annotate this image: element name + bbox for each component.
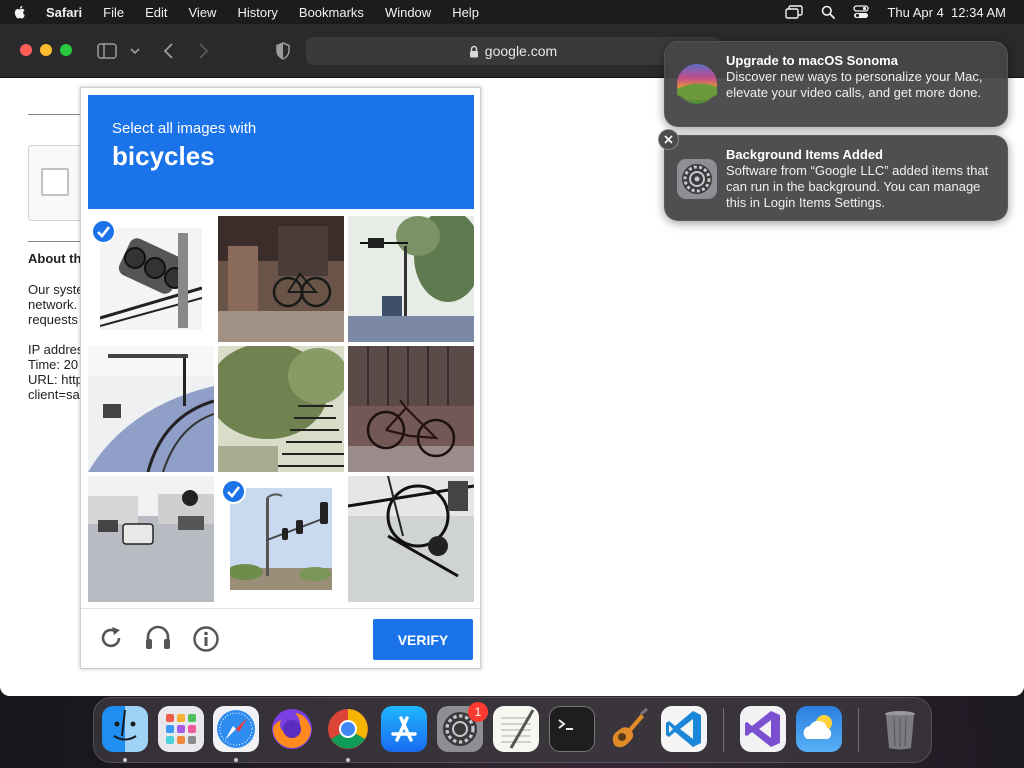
info-line: Time: 20	[28, 357, 79, 372]
control-center-icon[interactable]	[853, 5, 870, 19]
dock-chrome-icon[interactable]	[325, 706, 371, 752]
bicycle-closeup-image	[348, 476, 474, 602]
info-icon[interactable]	[192, 625, 220, 653]
challenge-instruction: Select all images with	[112, 120, 257, 137]
notification-sonoma[interactable]: Upgrade to macOS Sonoma Discover new way…	[664, 41, 1008, 127]
menu-view[interactable]: View	[189, 5, 217, 20]
image-tile[interactable]	[348, 216, 474, 342]
notification-title: Upgrade to macOS Sonoma	[726, 53, 898, 68]
dock-weather-icon[interactable]	[796, 706, 842, 752]
menubar: Safari File Edit View History Bookmarks …	[0, 0, 1024, 24]
paragraph-line: requests	[28, 312, 78, 327]
info-line: IP addres	[28, 342, 80, 357]
image-tile[interactable]	[348, 346, 474, 472]
menu-history[interactable]: History	[237, 5, 277, 20]
dock: 1	[93, 697, 932, 763]
menu-edit[interactable]: Edit	[145, 5, 167, 20]
verify-button[interactable]: VERIFY	[373, 619, 473, 660]
info-line: client=sa	[28, 387, 80, 402]
image-tile[interactable]	[88, 346, 214, 472]
system-settings-icon	[677, 159, 717, 199]
close-icon	[664, 135, 673, 144]
dock-launchpad-icon[interactable]	[158, 706, 204, 752]
challenge-header: Select all images with bicycles	[88, 95, 474, 209]
menu-help[interactable]: Help	[452, 5, 479, 20]
dock-vscode-icon[interactable]	[661, 706, 707, 752]
menu-bookmarks[interactable]: Bookmarks	[299, 5, 364, 20]
dock-safari-icon[interactable]	[213, 706, 259, 752]
traffic-light-pole-image	[230, 488, 332, 590]
menubar-clock[interactable]: Thu Apr 4 12:34 AM	[887, 5, 1006, 20]
dock-terminal-icon[interactable]	[549, 706, 595, 752]
info-line: URL: http	[28, 372, 80, 387]
forward-icon[interactable]	[198, 43, 210, 59]
image-tile[interactable]	[218, 216, 344, 342]
window-zoom-button[interactable]	[60, 44, 72, 56]
curved-road-image	[88, 346, 214, 472]
address-bar[interactable]: google.com	[306, 37, 720, 65]
image-tile[interactable]	[88, 476, 214, 602]
challenge-target: bicycles	[112, 141, 215, 171]
street-cars-image	[88, 476, 214, 602]
spotlight-search-icon[interactable]	[821, 5, 836, 19]
dock-visual-studio-icon[interactable]	[740, 706, 786, 752]
recaptcha-checkbox[interactable]	[41, 168, 69, 196]
dock-textedit-icon[interactable]	[493, 706, 539, 752]
back-icon[interactable]	[162, 43, 174, 59]
window-minimize-button[interactable]	[40, 44, 52, 56]
audio-challenge-icon[interactable]	[144, 625, 172, 651]
privacy-shield-icon[interactable]	[276, 42, 290, 60]
settings-update-badge: 1	[468, 702, 488, 722]
image-tile[interactable]	[348, 476, 474, 602]
image-tile[interactable]	[88, 216, 214, 342]
image-tile[interactable]	[218, 476, 344, 602]
dock-trash-icon[interactable]	[877, 706, 923, 752]
bicycle-sidewalk-image	[348, 346, 474, 472]
notification-close-button[interactable]	[658, 129, 679, 150]
image-grid	[88, 216, 474, 602]
bicycle-porch-image	[218, 216, 344, 342]
dock-app-store-icon[interactable]	[381, 706, 427, 752]
divider	[28, 241, 80, 242]
image-tile[interactable]	[218, 346, 344, 472]
stairs-trees-image	[218, 346, 344, 472]
sidebar-toggle-icon[interactable]	[97, 43, 117, 59]
recaptcha-checkbox-card	[28, 145, 88, 221]
address-url: google.com	[484, 43, 558, 59]
reload-icon[interactable]	[98, 625, 124, 651]
tile-selected-check-icon	[221, 479, 246, 504]
challenge-footer-divider	[81, 608, 480, 609]
notification-body: Software from “Google LLC” added items t…	[726, 163, 989, 210]
dock-garageband-icon[interactable]	[605, 706, 651, 752]
dock-finder-icon[interactable]	[102, 706, 148, 752]
about-paragraph: Our syste network. requests IP addres Ti…	[28, 282, 80, 402]
menu-app-safari[interactable]: Safari	[46, 5, 82, 20]
chevron-down-icon[interactable]	[130, 48, 140, 55]
apple-icon[interactable]	[12, 4, 28, 20]
street-trees-image	[348, 216, 474, 342]
divider	[28, 114, 80, 115]
menu-file[interactable]: File	[103, 5, 124, 20]
menu-window[interactable]: Window	[385, 5, 431, 20]
macos-sonoma-icon	[677, 64, 717, 104]
notification-body: Discover new ways to personalize your Ma…	[726, 69, 983, 100]
dock-firefox-icon[interactable]	[269, 706, 315, 752]
notification-title: Background Items Added	[726, 147, 883, 162]
notification-background-items[interactable]: Background Items Added Software from “Go…	[664, 135, 1008, 221]
window-close-button[interactable]	[20, 44, 32, 56]
lock-icon	[469, 45, 478, 57]
paragraph-line: network.	[28, 297, 78, 312]
recaptcha-challenge: Select all images with bicycles VERIFY	[80, 87, 481, 669]
paragraph-line: Our syste	[28, 282, 80, 297]
tile-selected-check-icon	[91, 219, 116, 244]
traffic-light-image	[100, 228, 202, 330]
screen-mirroring-icon[interactable]	[785, 5, 804, 19]
menubar-status-area: Thu Apr 4 12:34 AM	[785, 0, 1006, 24]
about-heading: About th	[28, 251, 80, 266]
